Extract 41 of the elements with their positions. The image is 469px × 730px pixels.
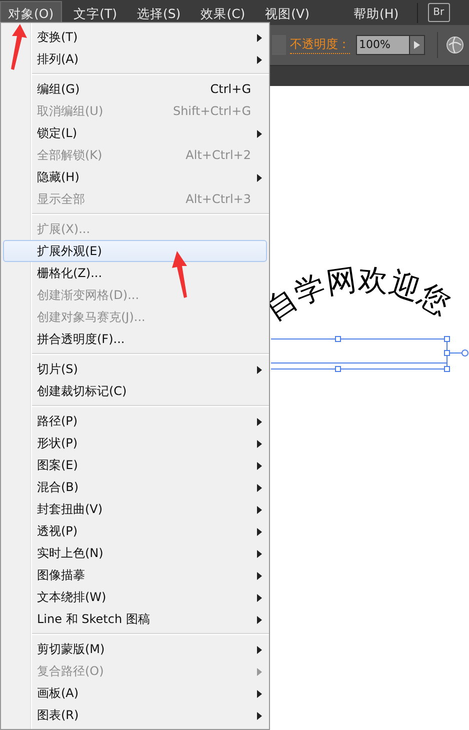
menu-item[interactable]: 拼合透明度(F)... bbox=[3, 328, 267, 350]
menu-item[interactable]: 创建裁切标记(C) bbox=[3, 380, 267, 402]
menu-title[interactable]: 效果(C) bbox=[192, 0, 254, 24]
pointer-arrow bbox=[11, 24, 27, 70]
menu-title[interactable]: 选择(S) bbox=[128, 0, 189, 24]
shortcut-text: Alt+Ctrl+3 bbox=[186, 191, 251, 208]
opacity-label: 不透明度： bbox=[290, 36, 350, 54]
bridge-button[interactable]: Br bbox=[428, 3, 450, 22]
menu-item[interactable]: 切片(S) bbox=[3, 358, 267, 380]
menu-item[interactable]: 图表(R) bbox=[3, 704, 267, 726]
menu-item[interactable]: 混合(B) bbox=[3, 476, 267, 498]
menu-item[interactable]: 路径(P) bbox=[3, 410, 267, 432]
menu-title[interactable]: 对象(O) bbox=[0, 0, 62, 24]
menu-title[interactable]: 帮助(H) bbox=[345, 0, 407, 24]
menu-title[interactable]: 视图(V) bbox=[257, 0, 318, 24]
menu-title[interactable]: 文字(T) bbox=[66, 0, 125, 24]
menu-item[interactable]: 透视(P) bbox=[3, 520, 267, 542]
shortcut-text: Shift+Ctrl+G bbox=[172, 103, 251, 120]
arrow-button[interactable] bbox=[410, 35, 425, 55]
menu-item[interactable]: 封套扭曲(V) bbox=[3, 498, 267, 520]
menu-item[interactable]: 编组(G) Ctrl+G bbox=[3, 78, 267, 100]
menu-item[interactable]: Line 和 Sketch 图稿 bbox=[3, 608, 267, 630]
menu-item[interactable]: 扩展外观(E) bbox=[3, 240, 267, 262]
pointer-arrow bbox=[172, 251, 187, 298]
shortcut-text: Ctrl+G bbox=[210, 81, 251, 98]
selection-bounds[interactable] bbox=[270, 336, 468, 372]
menu-item[interactable]: 画板(A) bbox=[3, 682, 267, 704]
menu-item[interactable]: 隐藏(H) bbox=[3, 166, 267, 188]
menu-item[interactable]: 实时上色(N) bbox=[3, 542, 267, 564]
menu-item[interactable]: 形状(P) bbox=[3, 432, 267, 454]
play-arrow-icon bbox=[414, 41, 420, 49]
menu-item[interactable]: 文本绕排(W) bbox=[3, 586, 267, 608]
menu-item[interactable]: 图像描摹 bbox=[3, 564, 267, 586]
menu-item[interactable]: 剪切蒙版(M) bbox=[3, 638, 267, 660]
menu-item[interactable]: 排列(A) bbox=[3, 48, 267, 70]
opacity-field[interactable]: 100% bbox=[356, 35, 410, 55]
menu-item[interactable]: 图案(E) bbox=[3, 454, 267, 476]
menu-item[interactable]: 变换(T) bbox=[3, 26, 267, 48]
shortcut-text: Alt+Ctrl+2 bbox=[186, 147, 251, 164]
globe-icon[interactable] bbox=[446, 36, 464, 54]
menu-item[interactable]: 锁定(L) bbox=[3, 122, 267, 144]
